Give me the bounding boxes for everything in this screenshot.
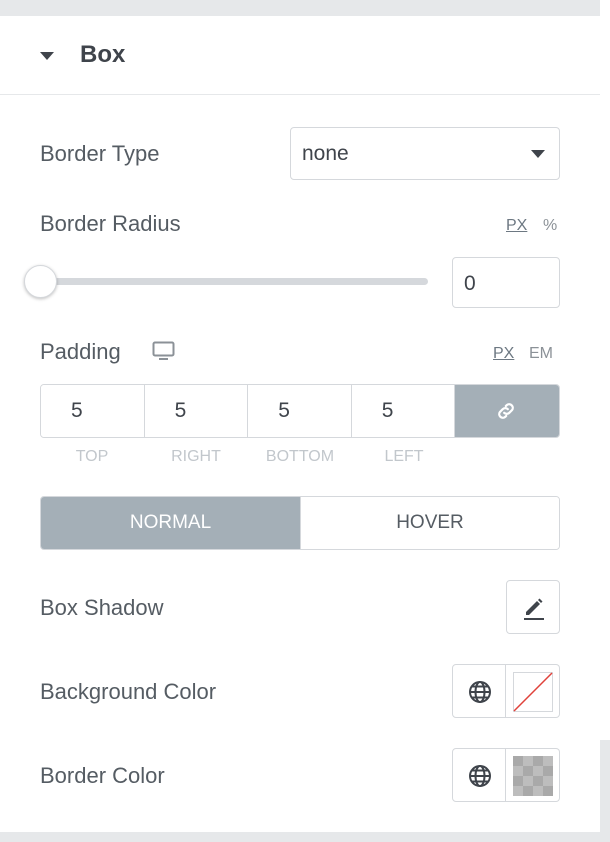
padding-bottom-label: BOTTOM bbox=[265, 448, 335, 465]
border-type-label: Border Type bbox=[40, 141, 160, 166]
border-color-picker[interactable] bbox=[506, 748, 560, 802]
padding-left-label: LEFT bbox=[384, 448, 424, 465]
scroll-area-edge bbox=[600, 0, 610, 740]
background-color-global-button[interactable] bbox=[452, 664, 506, 718]
border-color-label: Border Color bbox=[40, 763, 165, 788]
border-type-value: none bbox=[302, 142, 349, 165]
border-radius-slider-handle[interactable] bbox=[24, 265, 57, 298]
border-radius-label: Border Radius bbox=[40, 211, 181, 236]
section-header[interactable]: Box bbox=[0, 16, 600, 95]
border-radius-input[interactable]: 0 bbox=[452, 257, 560, 308]
padding-dimensions: 5 5 5 5 bbox=[40, 384, 560, 438]
box-section-panel: Box Border Type none Border Radius PX % … bbox=[0, 16, 600, 832]
border-type-select[interactable]: none bbox=[290, 127, 560, 180]
padding-left-value: 5 bbox=[381, 399, 394, 422]
border-radius-slider-track[interactable] bbox=[40, 278, 428, 285]
padding-left-input[interactable]: 5 bbox=[351, 385, 456, 437]
box-shadow-edit-button[interactable] bbox=[506, 580, 560, 634]
caret-down-icon[interactable] bbox=[40, 52, 54, 60]
state-tabs: NORMAL HOVER bbox=[40, 496, 560, 550]
transparent-swatch-icon bbox=[513, 756, 553, 796]
globe-icon bbox=[469, 681, 491, 703]
tab-hover[interactable]: HOVER bbox=[300, 497, 559, 549]
tab-normal[interactable]: NORMAL bbox=[41, 497, 300, 549]
padding-bottom-value: 5 bbox=[278, 399, 290, 422]
padding-label: Padding bbox=[40, 339, 121, 364]
padding-unit-px[interactable]: PX bbox=[493, 345, 514, 363]
pencil-icon bbox=[524, 598, 544, 620]
padding-top-label: TOP bbox=[75, 448, 109, 465]
box-shadow-label: Box Shadow bbox=[40, 595, 164, 620]
background-color-label: Background Color bbox=[40, 679, 217, 704]
border-radius-value: 0 bbox=[464, 272, 476, 295]
background-color-picker[interactable] bbox=[506, 664, 560, 718]
padding-right-input[interactable]: 5 bbox=[144, 385, 249, 437]
padding-right-label: RIGHT bbox=[171, 448, 221, 465]
chevron-down-icon bbox=[531, 150, 545, 158]
border-radius-unit-px[interactable]: PX bbox=[506, 217, 527, 235]
border-radius-unit-percent[interactable]: % bbox=[543, 217, 557, 235]
globe-icon bbox=[469, 765, 491, 787]
section-title: Box bbox=[80, 41, 126, 68]
no-color-swatch-icon bbox=[513, 672, 553, 712]
padding-bottom-input[interactable]: 5 bbox=[248, 385, 352, 437]
padding-top-input[interactable]: 5 bbox=[41, 385, 145, 437]
desktop-monitor-icon[interactable] bbox=[152, 341, 175, 366]
padding-top-value: 5 bbox=[71, 399, 83, 422]
border-color-global-button[interactable] bbox=[452, 748, 506, 802]
padding-unit-em[interactable]: EM bbox=[529, 345, 553, 363]
link-icon bbox=[498, 403, 515, 419]
padding-right-value: 5 bbox=[174, 399, 187, 422]
link-values-button[interactable] bbox=[455, 385, 559, 437]
